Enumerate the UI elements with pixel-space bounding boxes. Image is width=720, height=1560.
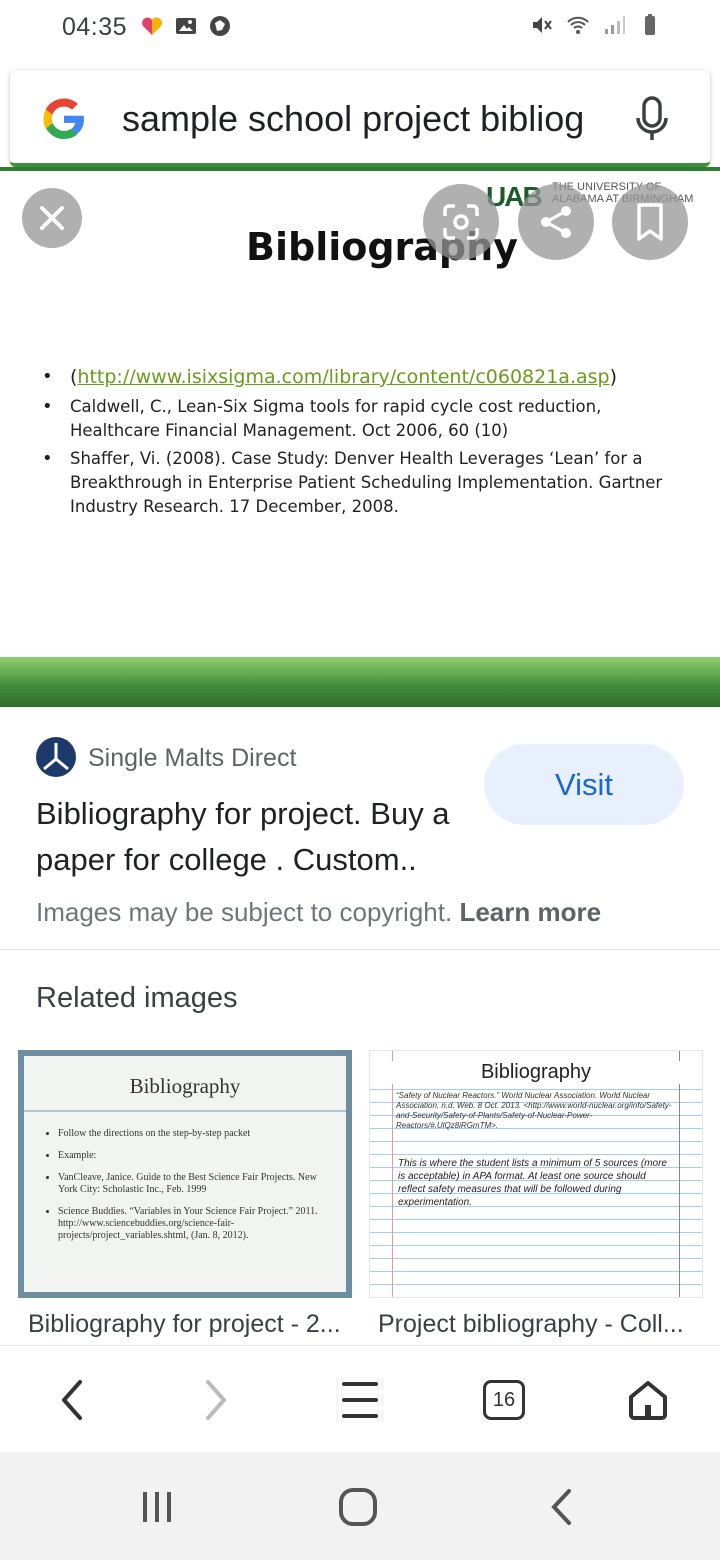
thumb-bullet: VanCleave, Janice. Guide to the Best Sci… bbox=[58, 1172, 328, 1196]
image-preview[interactable]: UAB THE UNIVERSITY OF ALABAMA AT BIRMING… bbox=[0, 167, 720, 707]
browser-toolbar: 16 bbox=[0, 1345, 720, 1452]
thumb-bullet: Example: bbox=[58, 1150, 328, 1162]
thumb-divider bbox=[24, 1110, 346, 1112]
thumb-note: This is where the student lists a minimu… bbox=[398, 1158, 667, 1208]
image-info-panel: Single Malts Direct Bibliography for pro… bbox=[0, 707, 720, 950]
share-icon bbox=[541, 206, 571, 238]
google-lens-icon bbox=[443, 204, 479, 240]
bibliography-entry: Shaffer, Vi. (2008). Case Study: Denver … bbox=[42, 447, 692, 519]
back-nav-button[interactable] bbox=[536, 1482, 586, 1532]
search-input[interactable]: sample school project bibliog bbox=[122, 98, 612, 140]
home-button[interactable] bbox=[620, 1372, 676, 1428]
related-image-thumb[interactable]: Bibliography Follow the directions on th… bbox=[18, 1050, 352, 1298]
bracket-close: ) bbox=[609, 366, 618, 388]
status-notification-icons bbox=[140, 14, 232, 38]
source-logo-icon bbox=[36, 737, 76, 777]
recent-apps-button[interactable] bbox=[132, 1482, 182, 1532]
save-button[interactable] bbox=[612, 184, 688, 260]
status-time: 04:35 bbox=[62, 13, 128, 41]
tabs-button[interactable]: 16 bbox=[476, 1372, 532, 1428]
bibliography-list: (http://www.isixsigma.com/library/conten… bbox=[42, 365, 692, 523]
back-arrow-icon bbox=[551, 1489, 571, 1525]
bibliography-entry: Caldwell, C., Lean-Six Sigma tools for r… bbox=[42, 395, 692, 443]
home-nav-button[interactable] bbox=[333, 1482, 383, 1532]
lens-button[interactable] bbox=[423, 184, 499, 260]
learn-more-link[interactable]: Learn more bbox=[459, 897, 601, 927]
share-button[interactable] bbox=[518, 184, 594, 260]
microphone-icon[interactable] bbox=[634, 96, 670, 142]
signal-icon bbox=[605, 16, 625, 34]
thumb-title: Bibliography bbox=[370, 1061, 702, 1084]
visit-button[interactable]: Visit bbox=[484, 744, 684, 825]
status-system-icons bbox=[530, 13, 662, 37]
heart-app-icon bbox=[142, 17, 162, 35]
tab-count: 16 bbox=[483, 1380, 525, 1420]
copyright-text: Images may be subject to copyright. bbox=[36, 897, 453, 927]
system-navigation-bar bbox=[0, 1452, 720, 1560]
forward-button[interactable] bbox=[188, 1372, 244, 1428]
related-image-thumb[interactable]: 7 Bibliography “Safety of Nuclear Reacto… bbox=[369, 1050, 703, 1298]
close-icon bbox=[40, 206, 64, 230]
related-image-caption[interactable]: Project bibliography - Coll... bbox=[378, 1310, 698, 1339]
thumb-citation: “Safety of Nuclear Reactors.” World Nucl… bbox=[396, 1091, 672, 1130]
back-button[interactable] bbox=[44, 1372, 100, 1428]
thumb-margin-line bbox=[392, 1051, 393, 1297]
copyright-notice: Images may be subject to copyright. Lear… bbox=[36, 897, 601, 928]
hamburger-menu-icon bbox=[342, 1382, 378, 1418]
recent-apps-icon bbox=[143, 1492, 171, 1522]
mute-icon bbox=[533, 17, 552, 33]
chevron-right-icon bbox=[206, 1380, 226, 1420]
close-button[interactable] bbox=[22, 188, 82, 248]
thumb-title: Bibliography bbox=[129, 1074, 241, 1098]
search-bar[interactable]: sample school project bibliog bbox=[10, 70, 710, 167]
chevron-left-icon bbox=[62, 1380, 82, 1420]
vpn-globe-icon bbox=[210, 16, 230, 36]
home-icon bbox=[629, 1381, 667, 1420]
thumb-bullets: Follow the directions on the step-by-ste… bbox=[58, 1128, 328, 1252]
battery-icon bbox=[645, 14, 655, 35]
related-images-heading: Related images bbox=[36, 982, 238, 1014]
bookmark-icon bbox=[637, 203, 663, 241]
google-logo-icon bbox=[43, 98, 84, 139]
result-title[interactable]: Bibliography for project. Buy a paper fo… bbox=[36, 791, 466, 883]
bibliography-entry: (http://www.isixsigma.com/library/conten… bbox=[42, 365, 692, 389]
menu-button[interactable] bbox=[332, 1372, 388, 1428]
thumb-slide: Bibliography Follow the directions on th… bbox=[24, 1056, 346, 1292]
thumb-bullet: Follow the directions on the step-by-ste… bbox=[58, 1128, 328, 1140]
home-circle-icon bbox=[339, 1488, 377, 1526]
wifi-icon bbox=[567, 16, 589, 34]
source-name[interactable]: Single Malts Direct bbox=[88, 744, 296, 773]
slide-top-border bbox=[0, 167, 720, 171]
related-image-caption[interactable]: Bibliography for project - 2... bbox=[28, 1310, 358, 1339]
gallery-icon bbox=[176, 18, 196, 34]
status-bar: 04:35 bbox=[0, 0, 720, 56]
thumb-bullet: Science Buddies. “Variables in Your Scie… bbox=[58, 1206, 328, 1242]
thumb-margin-line-right bbox=[679, 1051, 680, 1297]
bibliography-link: http://www.isixsigma.com/library/content… bbox=[77, 366, 610, 388]
slide-bottom-band bbox=[0, 657, 720, 707]
